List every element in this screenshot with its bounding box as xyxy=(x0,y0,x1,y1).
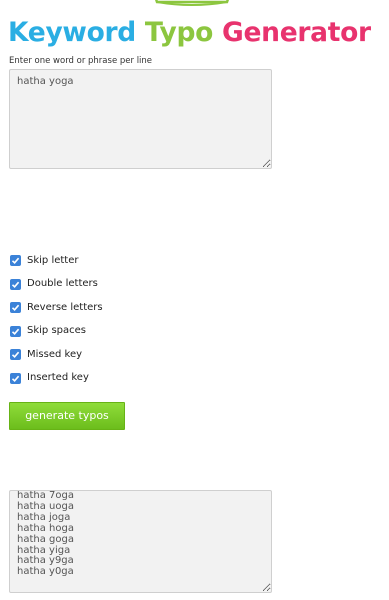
generate-typos-button[interactable]: generate typos xyxy=(9,402,125,430)
input-instruction-label: Enter one word or phrase per line xyxy=(9,56,153,66)
option-skip-letter[interactable]: Skip letter xyxy=(10,249,103,273)
check-icon xyxy=(11,351,20,359)
check-icon xyxy=(11,375,20,382)
missed-key-label: Missed key xyxy=(27,348,83,360)
double-letters-label: Double letters xyxy=(27,278,98,290)
title-word-typo: Typo xyxy=(144,17,214,48)
typo-results-output[interactable]: hatha 7oga hatha uoga hatha joga hatha h… xyxy=(9,490,272,593)
check-icon xyxy=(11,281,20,288)
inserted-key-label: Inserted key xyxy=(27,372,89,384)
typo-options-list: Skip letter Double letters Reverse lette… xyxy=(10,249,103,390)
inserted-key-checkbox[interactable] xyxy=(10,372,21,384)
option-skip-spaces[interactable]: Skip spaces xyxy=(10,320,103,344)
option-inserted-key[interactable]: Inserted key xyxy=(10,367,103,391)
check-icon xyxy=(11,257,20,265)
title-word-keyword: Keyword xyxy=(8,17,136,48)
reverse-letters-label: Reverse letters xyxy=(27,301,103,313)
skip-spaces-checkbox[interactable] xyxy=(10,325,21,337)
reverse-letters-checkbox[interactable] xyxy=(10,302,21,314)
check-icon xyxy=(11,328,20,335)
title-word-generator: Generator xyxy=(222,17,371,48)
double-letters-checkbox[interactable] xyxy=(10,278,21,290)
option-double-letters[interactable]: Double letters xyxy=(10,273,103,297)
missed-key-checkbox[interactable] xyxy=(10,349,21,361)
skip-letter-checkbox[interactable] xyxy=(10,255,21,267)
option-missed-key[interactable]: Missed key xyxy=(10,343,103,367)
logo-graphic xyxy=(155,0,229,6)
check-icon xyxy=(11,304,20,312)
keyword-input[interactable]: hatha yoga xyxy=(9,69,272,169)
page-title: Keyword Typo Generator xyxy=(8,14,389,52)
skip-spaces-label: Skip spaces xyxy=(27,325,86,337)
skip-letter-label: Skip letter xyxy=(27,254,79,266)
option-reverse-letters[interactable]: Reverse letters xyxy=(10,296,103,320)
